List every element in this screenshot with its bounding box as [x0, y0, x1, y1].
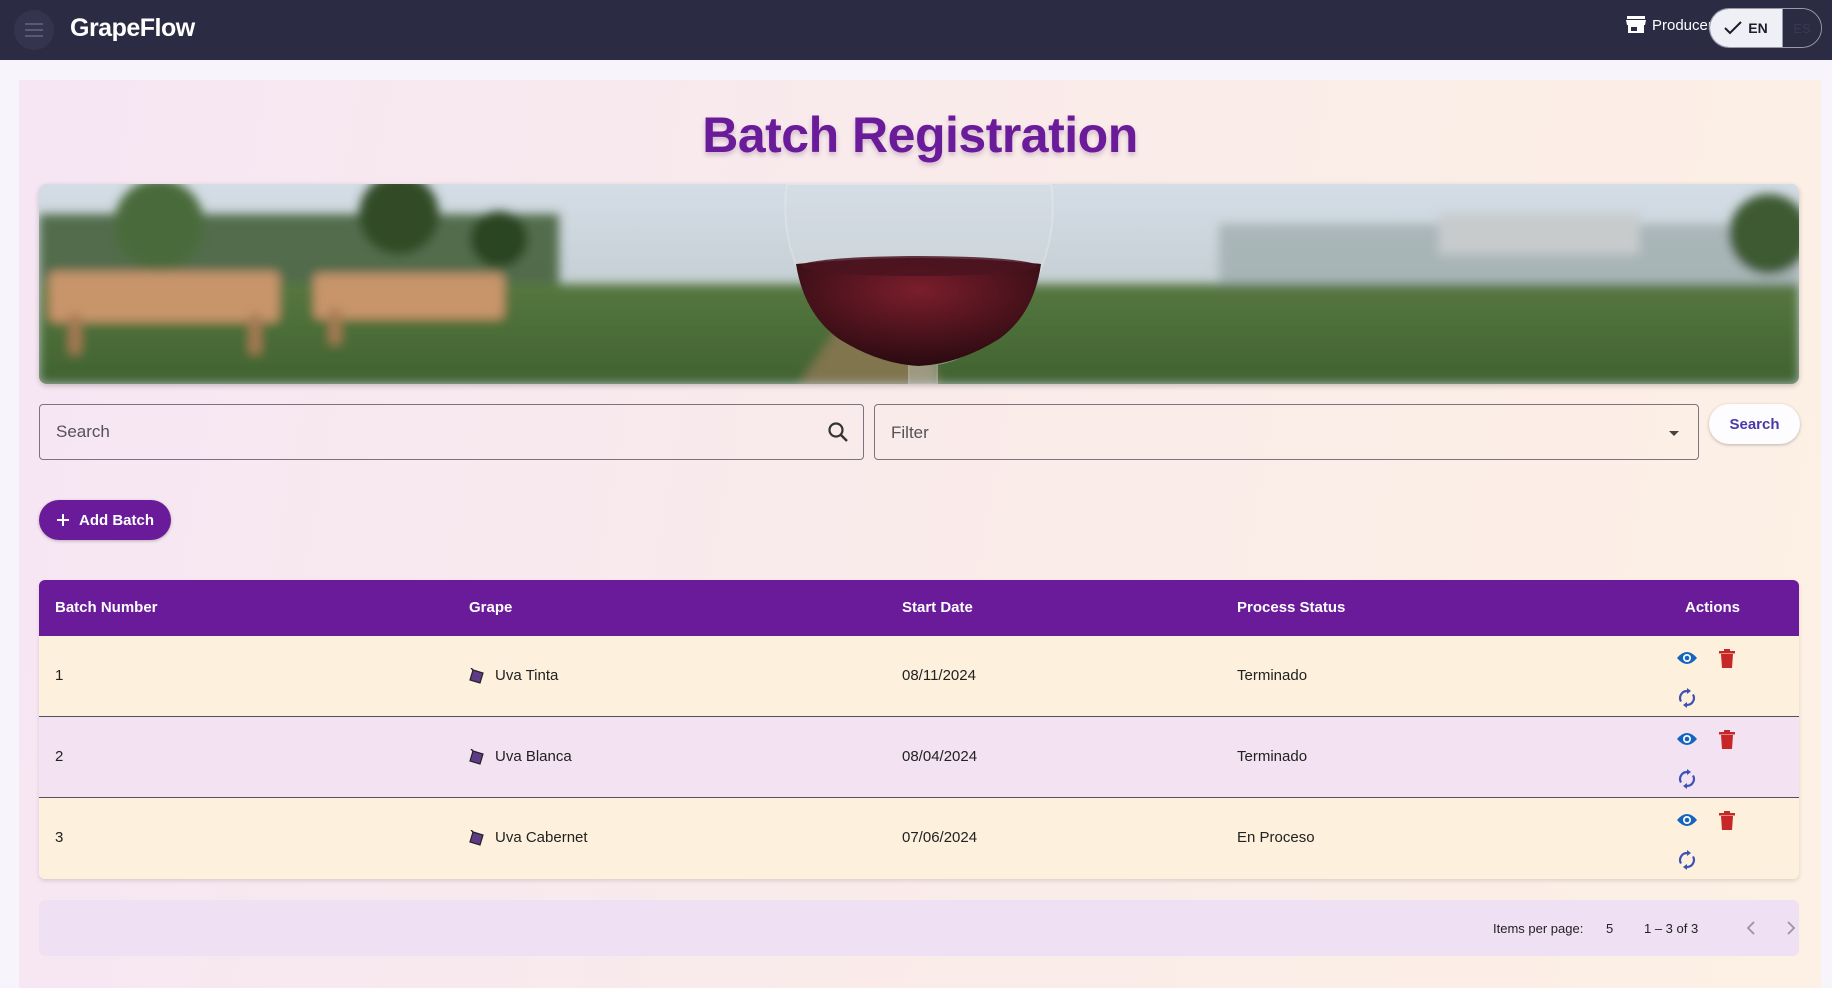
language-toggle: EN ES: [1709, 8, 1822, 48]
column-header-grape: Grape: [469, 599, 513, 616]
add-batch-label: Add Batch: [79, 511, 154, 529]
column-header-actions: Actions: [1685, 599, 1741, 616]
start-date-cell: 08/11/2024: [902, 667, 976, 684]
add-batch-button[interactable]: Add Batch: [39, 500, 171, 540]
language-en-label: EN: [1748, 20, 1768, 36]
eye-icon: [1677, 652, 1697, 664]
page-title: Batch Registration: [702, 107, 1138, 163]
language-es-label: ES: [1793, 20, 1811, 36]
search-icon[interactable]: [827, 421, 849, 443]
language-es-button[interactable]: ES: [1782, 9, 1821, 47]
grape-name: Uva Blanca: [495, 748, 572, 765]
process-status-cell: Terminado: [1237, 748, 1308, 765]
eye-icon: [1677, 814, 1697, 826]
grape-icon: [469, 829, 484, 846]
page-size-select[interactable]: 5: [1606, 921, 1613, 936]
table-header: Batch Number Grape Start Date Process St…: [39, 580, 1799, 636]
grape-cell: Uva Blanca: [469, 748, 572, 765]
language-en-button[interactable]: EN: [1710, 9, 1782, 47]
search-field[interactable]: [39, 404, 864, 460]
items-per-page-label: Items per page:: [1493, 921, 1584, 936]
chevron-left-icon: [1746, 921, 1755, 935]
filter-label: Filter: [891, 423, 929, 442]
grape-icon: [469, 667, 484, 684]
top-app-bar: GrapeFlow Producer EN ES: [0, 0, 1832, 60]
delete-button[interactable]: [1715, 646, 1739, 670]
delete-button[interactable]: [1715, 808, 1739, 832]
update-status-button[interactable]: [1675, 767, 1699, 791]
role-label: Producer: [1652, 16, 1713, 34]
next-page-button[interactable]: [1779, 916, 1803, 940]
store-icon: [1626, 16, 1646, 33]
view-button[interactable]: [1675, 646, 1699, 670]
brand-logo-text[interactable]: GrapeFlow: [70, 14, 195, 43]
grape-name: Uva Cabernet: [495, 829, 588, 846]
process-status-cell: Terminado: [1237, 667, 1308, 684]
view-button[interactable]: [1675, 808, 1699, 832]
plus-icon: [57, 514, 69, 526]
paginator: Items per page: 5 1 – 3 of 3: [39, 900, 1799, 956]
search-button[interactable]: Search: [1709, 404, 1800, 444]
update-status-button[interactable]: [1675, 848, 1699, 872]
grape-name: Uva Tinta: [495, 667, 559, 684]
table-row: 3 Uva Cabernet 07/06/2024 En Proceso: [39, 798, 1799, 879]
vineyard-banner-image: [39, 184, 1799, 384]
start-date-cell: 08/04/2024: [902, 748, 978, 765]
chevron-right-icon: [1787, 921, 1796, 935]
previous-page-button[interactable]: [1739, 916, 1763, 940]
trash-icon: [1719, 810, 1735, 830]
delete-button[interactable]: [1715, 727, 1739, 751]
sync-icon: [1678, 688, 1696, 708]
batch-number-cell: 1: [55, 667, 64, 684]
update-status-button[interactable]: [1675, 686, 1699, 710]
batch-number-cell: 2: [55, 748, 64, 765]
sync-icon: [1678, 769, 1696, 789]
check-icon: [1724, 21, 1742, 35]
process-status-cell: En Proceso: [1237, 829, 1315, 846]
role-indicator[interactable]: Producer: [1626, 16, 1713, 34]
trash-icon: [1719, 648, 1735, 668]
dropdown-arrow-icon: [1669, 431, 1679, 436]
view-button[interactable]: [1675, 727, 1699, 751]
table-row: 1 Uva Tinta 08/11/2024 Terminado: [39, 636, 1799, 717]
start-date-cell: 07/06/2024: [902, 829, 978, 846]
column-header-batch-number: Batch Number: [55, 599, 158, 616]
eye-icon: [1677, 733, 1697, 745]
search-input[interactable]: [40, 422, 863, 442]
sync-icon: [1678, 850, 1696, 870]
column-header-process-status: Process Status: [1237, 599, 1346, 616]
column-header-start-date: Start Date: [902, 599, 973, 616]
menu-icon: [25, 23, 43, 37]
batch-number-cell: 3: [55, 829, 64, 846]
table-row: 2 Uva Blanca 08/04/2024 Terminado: [39, 717, 1799, 798]
menu-button[interactable]: [14, 10, 54, 50]
page-range-label: 1 – 3 of 3: [1644, 921, 1699, 936]
batch-table: Batch Number Grape Start Date Process St…: [39, 580, 1799, 879]
trash-icon: [1719, 729, 1735, 749]
main-card: Batch Registration Search Filter Search …: [19, 80, 1821, 988]
filter-select[interactable]: Filter: [874, 404, 1699, 460]
grape-cell: Uva Tinta: [469, 667, 558, 684]
grape-icon: [469, 748, 484, 765]
grape-cell: Uva Cabernet: [469, 829, 588, 846]
